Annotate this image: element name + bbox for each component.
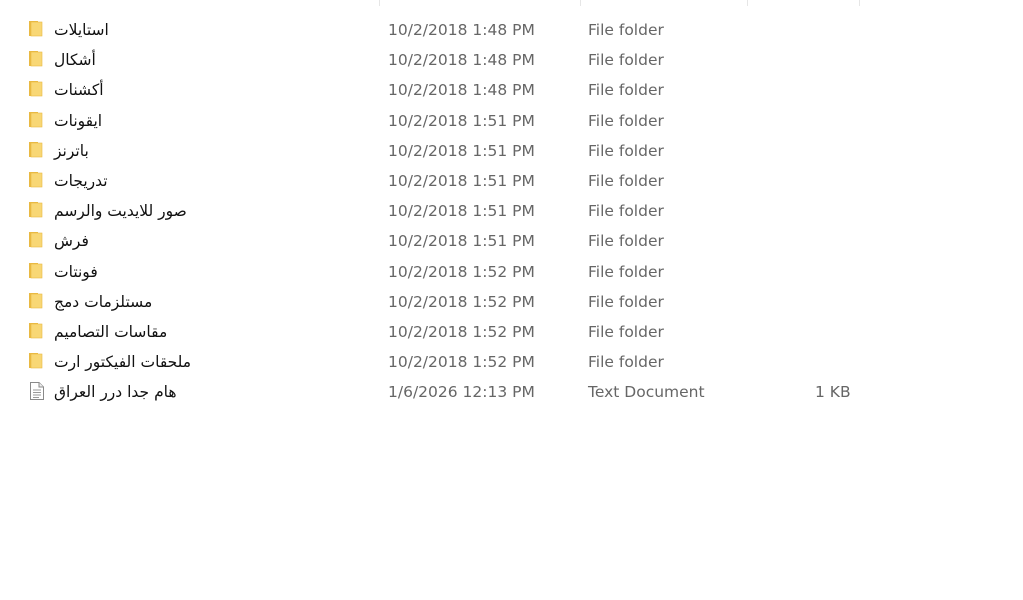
file-name: باترنز	[54, 141, 89, 160]
file-type: File folder	[588, 81, 664, 100]
column-divider[interactable]	[379, 0, 380, 6]
folder-row[interactable]: ملحقات الفيكتور ارت 10/2/2018 1:52 PM File…	[0, 347, 1023, 377]
column-divider[interactable]	[859, 0, 860, 6]
folder-row[interactable]: مقاسات التصاميم 10/2/2018 1:52 PM File fol…	[0, 317, 1023, 347]
file-name: مقاسات التصاميم	[54, 322, 168, 341]
file-date-modified: 10/2/2018 1:51 PM	[388, 232, 535, 251]
column-divider[interactable]	[747, 0, 748, 6]
file-date-modified: 10/2/2018 1:51 PM	[388, 171, 535, 190]
file-list: استايلات 10/2/2018 1:48 PM File folder أشكا…	[0, 15, 1023, 407]
folder-icon	[29, 292, 43, 308]
folder-icon	[29, 21, 43, 37]
folder-icon	[29, 171, 43, 188]
text-file-icon	[30, 382, 44, 401]
file-name: تدريجات	[54, 171, 108, 190]
file-type: File folder	[588, 262, 664, 281]
file-name: ملحقات الفيكتور ارت	[54, 353, 192, 372]
folder-row[interactable]: صور للايديت والرسم 10/2/2018 1:51 PM File …	[0, 196, 1023, 226]
file-row[interactable]: هام جدا درر العراق 1/6/2026 12:13 PM Text …	[0, 377, 1023, 407]
file-date-modified: 10/2/2018 1:48 PM	[388, 51, 535, 70]
file-type: File folder	[588, 21, 664, 39]
folder-icon	[29, 141, 43, 158]
folder-row[interactable]: باترنز 10/2/2018 1:51 PM File folder	[0, 136, 1023, 166]
folder-row[interactable]: استايلات 10/2/2018 1:48 PM File folder	[0, 15, 1023, 45]
folder-row[interactable]: مستلزمات دمج 10/2/2018 1:52 PM File folder	[0, 287, 1023, 317]
file-date-modified: 10/2/2018 1:51 PM	[388, 141, 535, 160]
folder-icon	[29, 202, 43, 218]
folder-row[interactable]: فرش 10/2/2018 1:51 PM File folder	[0, 226, 1023, 256]
file-type: File folder	[588, 51, 664, 70]
file-type: File folder	[588, 171, 664, 190]
file-size: 1 KB	[815, 383, 851, 402]
file-name: مستلزمات دمج	[54, 292, 153, 311]
file-name: ايقونات	[54, 111, 103, 130]
file-type: File folder	[588, 202, 664, 221]
file-explorer: استايلات 10/2/2018 1:48 PM File folder أشكا…	[0, 0, 1023, 600]
folder-icon	[29, 111, 43, 127]
file-date-modified: 1/6/2026 12:13 PM	[388, 383, 535, 402]
folder-icon	[29, 262, 43, 278]
folder-icon	[29, 81, 43, 97]
file-name: فونتات	[54, 262, 98, 281]
file-type: File folder	[588, 322, 664, 341]
file-date-modified: 10/2/2018 1:51 PM	[388, 111, 535, 130]
column-divider[interactable]	[580, 0, 581, 6]
folder-icon	[29, 51, 43, 67]
file-type: File folder	[588, 141, 664, 160]
file-type: File folder	[588, 232, 664, 251]
folder-row[interactable]: فونتات 10/2/2018 1:52 PM File folder	[0, 257, 1023, 287]
file-name: أشكال	[54, 51, 96, 70]
file-type: File folder	[588, 353, 664, 372]
file-type: File folder	[588, 111, 664, 130]
folder-row[interactable]: أكشنات 10/2/2018 1:48 PM File folder	[0, 75, 1023, 105]
file-date-modified: 10/2/2018 1:52 PM	[388, 322, 535, 341]
folder-icon	[29, 232, 43, 248]
file-date-modified: 10/2/2018 1:51 PM	[388, 202, 535, 221]
file-name: أكشنات	[54, 81, 104, 100]
file-type: Text Document	[588, 383, 705, 402]
folder-row[interactable]: أشكال 10/2/2018 1:48 PM File folder	[0, 45, 1023, 75]
file-type: File folder	[588, 292, 664, 311]
folder-icon	[29, 322, 43, 339]
file-date-modified: 10/2/2018 1:52 PM	[388, 262, 535, 281]
file-name: استايلات	[54, 21, 109, 39]
file-name: فرش	[54, 232, 89, 251]
file-date-modified: 10/2/2018 1:48 PM	[388, 21, 535, 39]
folder-row[interactable]: تدريجات 10/2/2018 1:51 PM File folder	[0, 166, 1023, 196]
file-date-modified: 10/2/2018 1:52 PM	[388, 353, 535, 372]
file-date-modified: 10/2/2018 1:52 PM	[388, 292, 535, 311]
file-name: هام جدا درر العراق	[54, 383, 177, 402]
file-date-modified: 10/2/2018 1:48 PM	[388, 81, 535, 100]
folder-icon	[29, 353, 43, 369]
folder-row[interactable]: ايقونات 10/2/2018 1:51 PM File folder	[0, 106, 1023, 136]
file-name: صور للايديت والرسم	[54, 202, 187, 221]
